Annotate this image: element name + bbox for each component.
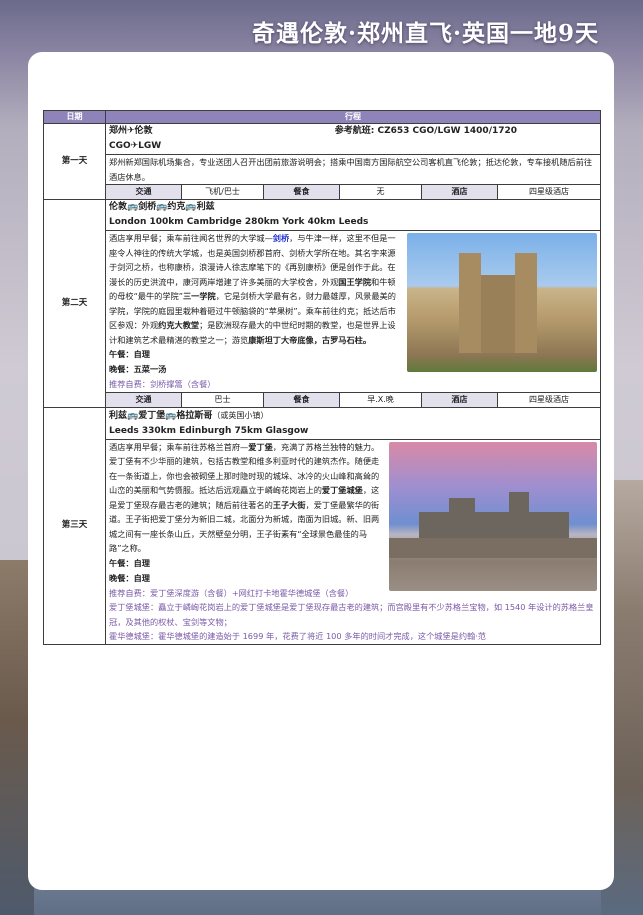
table-header-row: 日期 行程 xyxy=(43,110,602,124)
day2-route-row: 第二天 伦敦🚌剑桥🚌约克🚌利兹 London 100km Cambridge 2… xyxy=(43,199,602,408)
day2-highlight-constantine: 康斯坦丁大帝底像，古罗马石柱。 xyxy=(248,334,372,345)
edinburgh-castle-photo xyxy=(389,441,598,591)
page-banner-title: 奇遇伦敦·郑州直飞·英国一地9天 xyxy=(251,20,599,47)
header-trip: 行程 xyxy=(104,110,602,124)
day2-desc-row: 酒店享用早餐；乘车前往闻名世界的大学城—剑桥，与牛津一样，这里不但是一座令人神往… xyxy=(44,230,602,393)
day2-recommend: 推荐自费：剑桥撑篙（含餐） xyxy=(109,379,216,389)
day1-transport-label: 交通 xyxy=(105,184,182,200)
day3-highlight-princes-street: 王子大街 xyxy=(272,499,306,510)
day1-transport: 飞机/巴士 xyxy=(181,184,264,200)
day2-label: 第二天 xyxy=(43,199,106,408)
day1-desc-row: 郑州新郑国际机场集合，专业送团人召开出团前旅游说明会；搭乘中国南方国际航空公司客… xyxy=(44,154,602,185)
day3-option-howard: 霍华德城堡：霍华德城堡的建造始于 1699 年，花费了将近 100 多年的时间才… xyxy=(109,631,486,641)
day1-hotel-label: 酒店 xyxy=(421,184,498,200)
day1-meal-label: 餐食 xyxy=(263,184,340,200)
day1-info-row: 交通 飞机/巴士 餐食 无 酒店 四星级酒店 xyxy=(44,184,602,200)
day1-hotel: 四星级酒店 xyxy=(496,184,602,200)
day1-route-row: 第一天 郑州✈伦敦 参考航班: CZ653 CGO/LGW 1400/1720 … xyxy=(43,123,602,200)
day2-hotel-label: 酒店 xyxy=(421,391,498,408)
york-minster-photo xyxy=(407,233,598,372)
day2-highlight-cambridge: 剑桥 xyxy=(272,233,290,243)
day2-meal: 早.X.晚 xyxy=(339,391,422,408)
day3-desc-row: 酒店享用早餐；乘车前往苏格兰首府—爱丁堡，充满了苏格兰独特的魅力。爱丁堡有不少华… xyxy=(44,438,602,645)
day1-label: 第一天 xyxy=(43,123,106,200)
day1-description: 郑州新郑国际机场集合，专业送团人召开出团前旅游说明会；搭乘中国南方国际航空公司客… xyxy=(104,154,602,185)
day2-highlight-kings-college: 国王学院 xyxy=(338,276,372,287)
day3-route-en: Leeds 330km Edinburgh 75km Glasgow xyxy=(109,425,309,436)
itinerary-page: 日期 行程 第一天 郑州✈伦敦 参考航班: CZ653 CGO/LGW 1400… xyxy=(28,52,614,890)
day3-highlight-edinburgh-castle: 爱丁堡城堡 xyxy=(321,485,363,495)
day1-route: 郑州✈伦敦 xyxy=(109,126,153,136)
day2-transport-label: 交通 xyxy=(105,391,182,408)
day2-highlight-trinity-college: 三一学院 xyxy=(182,291,216,301)
day3-option-castle: 爱丁堡城堡：矗立于嶙峋花岗岩上的爱丁堡城堡是爱丁堡现存最古老的建筑；而宫殿里有不… xyxy=(109,602,594,627)
day2-route: 伦敦🚌剑桥🚌约克🚌利兹 xyxy=(109,202,215,212)
day1-route-code: CGO✈LGW xyxy=(109,141,162,151)
day1-meal: 无 xyxy=(339,184,422,200)
itinerary-table: 日期 行程 第一天 郑州✈伦敦 参考航班: CZ653 CGO/LGW 1400… xyxy=(43,110,602,645)
day2-route-en: London 100km Cambridge 280km York 40km L… xyxy=(109,217,369,227)
day2-highlight-york-minster: 约克大教堂 xyxy=(158,320,200,330)
day2-hotel: 四星级酒店 xyxy=(496,391,602,408)
day3-label: 第三天 xyxy=(43,406,106,645)
day3-route-note: （或英国小镇） xyxy=(212,410,269,420)
day3-route-row: 第三天 利兹🚌爱丁堡🚌格拉斯哥（或英国小镇） Leeds 330km Edinb… xyxy=(43,406,602,645)
day2-transport: 巴士 xyxy=(181,391,264,408)
day2-info-row: 交通 巴士 餐食 早.X.晚 酒店 四星级酒店 xyxy=(44,391,602,408)
day3-highlight-edinburgh: 爱丁堡 xyxy=(248,441,273,452)
day3-route: 利兹🚌爱丁堡🚌格拉斯哥 xyxy=(109,410,213,421)
header-date: 日期 xyxy=(43,110,106,124)
day2-meal-label: 餐食 xyxy=(263,391,340,408)
day2-text-1: 酒店享用早餐；乘车前往闻名世界的大学城— xyxy=(109,233,273,243)
day1-flight-info: 参考航班: CZ653 CGO/LGW 1400/1720 xyxy=(334,126,518,136)
day3-text-1: 酒店享用早餐；乘车前往苏格兰首府— xyxy=(109,441,249,452)
